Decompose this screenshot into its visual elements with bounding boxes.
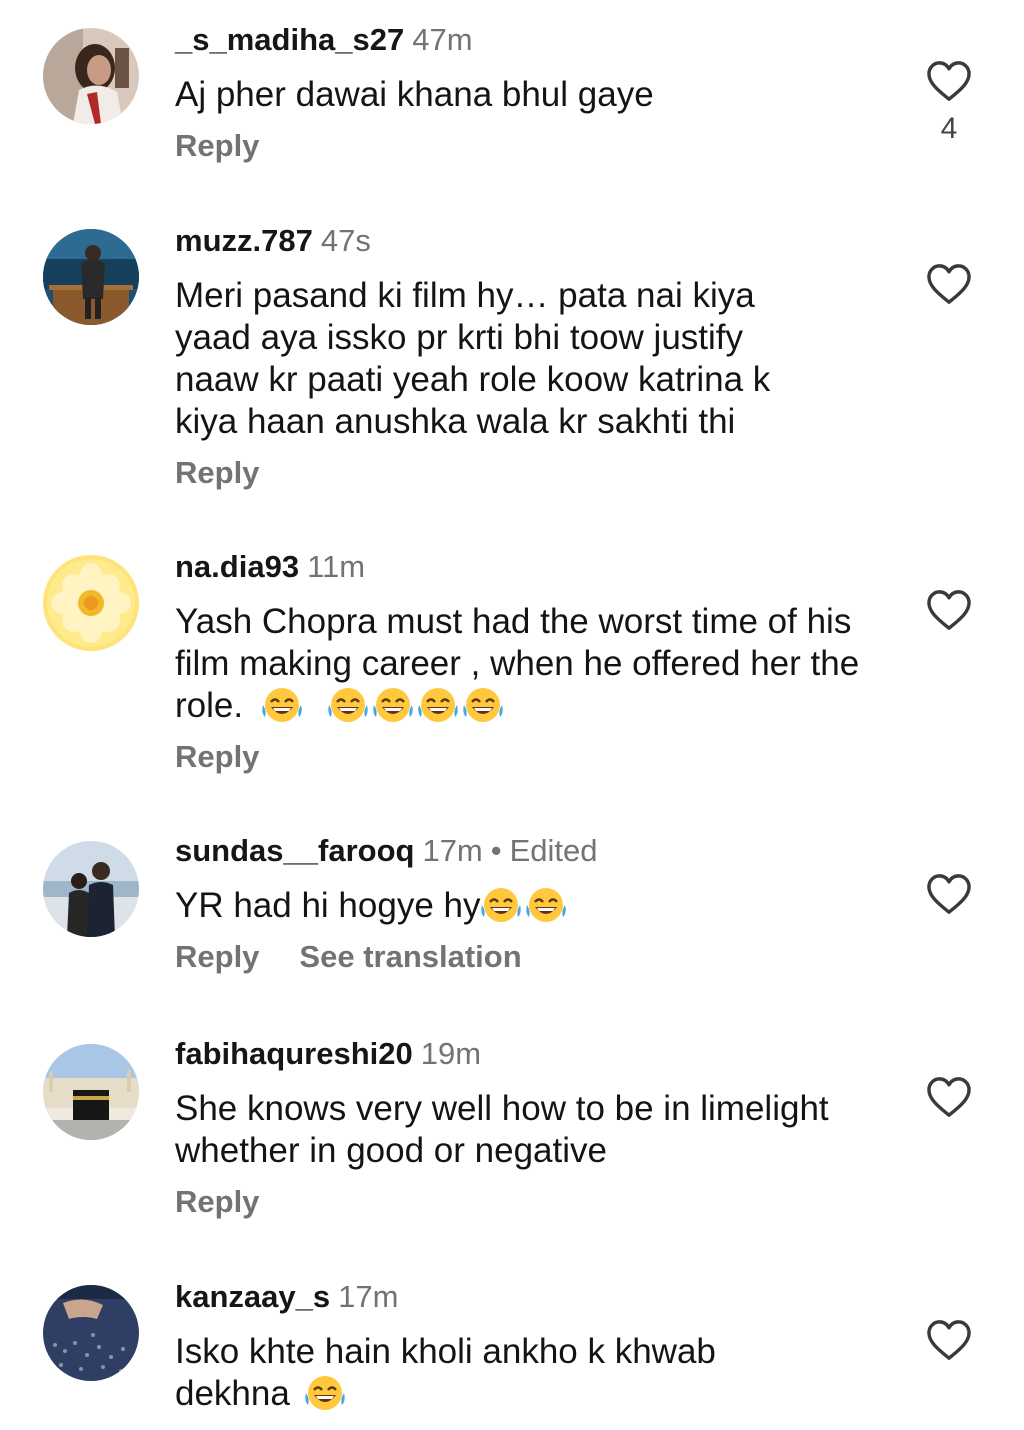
like-area xyxy=(925,589,973,631)
avatar[interactable] xyxy=(43,1044,139,1140)
heart-outline-icon[interactable] xyxy=(926,1319,972,1361)
avatar[interactable] xyxy=(43,28,139,124)
avatar[interactable] xyxy=(43,555,139,651)
heart-outline-icon[interactable] xyxy=(926,263,972,305)
reply-button[interactable]: Reply xyxy=(175,939,259,974)
comment-text: Aj pher dawai khana bhul gaye xyxy=(175,75,654,114)
username[interactable]: na.dia93 xyxy=(175,549,299,584)
like-count: 4 xyxy=(940,112,958,145)
tears-of-joy-emoji-icon xyxy=(304,1373,346,1413)
comment-text-content: YR had hi hogye hy xyxy=(175,886,481,925)
tears-of-joy-emoji-icon xyxy=(525,885,567,925)
username[interactable]: fabihaqureshi20 xyxy=(175,1036,413,1071)
avatar-fabric-photo xyxy=(43,1285,139,1381)
avatar-woman-photo xyxy=(43,28,139,124)
timestamp: 47m xyxy=(412,22,473,57)
avatar-kaaba-photo xyxy=(43,1044,139,1140)
heart-outline-icon[interactable] xyxy=(926,1076,972,1118)
avatar[interactable] xyxy=(43,1285,139,1381)
username[interactable]: kanzaay_s xyxy=(175,1279,330,1314)
username[interactable]: _s_madiha_s27 xyxy=(175,22,404,57)
comment-body: na.dia93 11m Yash Chopra must had the wor… xyxy=(175,547,875,777)
timestamp: 17m xyxy=(338,1279,399,1314)
reply-button[interactable]: Reply xyxy=(175,1184,259,1219)
tears-of-joy-emoji-icon xyxy=(261,685,303,725)
comment-text: She knows very well how to be in limelig… xyxy=(175,1089,829,1170)
heart-outline-icon[interactable] xyxy=(926,60,972,102)
username[interactable]: sundas__farooq xyxy=(175,833,414,868)
comment-body: sundas__farooq 17m • Edited YR had hi hogye… xyxy=(175,831,875,977)
username[interactable]: muzz.787 xyxy=(175,223,313,258)
tears-of-joy-emoji-icon xyxy=(480,885,522,925)
avatar-couple-photo xyxy=(43,841,139,937)
avatar[interactable] xyxy=(43,841,139,937)
comment-body: muzz.787 47s Meri pasand ki film hy… pata… xyxy=(175,221,875,493)
reply-button[interactable]: Reply xyxy=(175,128,259,163)
comment-body: _s_madiha_s27 47m Aj pher dawai khana bhu… xyxy=(175,20,875,166)
tears-of-joy-emoji-icon xyxy=(462,685,504,725)
like-area xyxy=(925,1319,973,1361)
timestamp: 11m xyxy=(307,549,366,584)
comment-text: Meri pasand ki film hy… pata nai kiya ya… xyxy=(175,276,771,441)
comment-body: fabihaqureshi20 19m She knows very well h… xyxy=(175,1034,875,1222)
like-area xyxy=(925,263,973,305)
heart-outline-icon[interactable] xyxy=(926,873,972,915)
comment-text: Yash Chopra must had the worst time of h… xyxy=(175,601,875,727)
timestamp: 17m xyxy=(422,833,483,868)
timestamp: 47s xyxy=(320,223,371,258)
see-translation-button[interactable]: See translation xyxy=(299,939,521,974)
tears-of-joy-emoji-icon xyxy=(327,685,369,725)
avatar-man-sea-photo xyxy=(43,229,139,325)
comment-text: Isko khte hain kholi ankho k khwab dekhn… xyxy=(175,1331,795,1415)
avatar-yellow-flower xyxy=(43,555,139,651)
comment-text-content: Isko khte hain kholi ankho k khwab dekhn… xyxy=(175,1332,716,1413)
tears-of-joy-emoji-icon xyxy=(372,685,414,725)
timestamp: 19m xyxy=(420,1036,482,1071)
reply-button[interactable]: Reply xyxy=(175,455,259,490)
comment-text: YR had hi hogye hy xyxy=(175,885,875,927)
like-area: 4 xyxy=(925,60,973,146)
like-area xyxy=(925,873,973,915)
separator-dot: • xyxy=(490,833,502,868)
edited-label: Edited xyxy=(509,833,598,868)
avatar[interactable] xyxy=(43,229,139,325)
reply-button[interactable]: Reply xyxy=(175,739,259,774)
tears-of-joy-emoji-icon xyxy=(417,685,459,725)
comment-body: kanzaay_s 17m Isko khte hain kholi ankho … xyxy=(175,1277,875,1415)
heart-outline-icon[interactable] xyxy=(926,589,972,631)
like-area xyxy=(925,1076,973,1118)
